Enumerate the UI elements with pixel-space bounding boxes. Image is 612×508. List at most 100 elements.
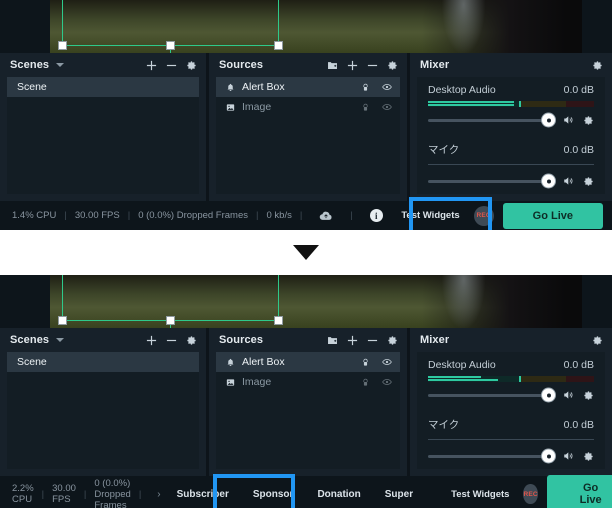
- gear-icon[interactable]: [186, 60, 197, 71]
- sources-panel-title: Sources: [219, 334, 264, 346]
- widget-tab-subscriber[interactable]: Subscriber: [165, 480, 241, 508]
- record-button[interactable]: REC: [473, 205, 494, 226]
- eye-icon[interactable]: [382, 82, 392, 92]
- audio-meter: [428, 101, 594, 107]
- volume-slider-knob[interactable]: [542, 113, 555, 127]
- speaker-icon[interactable]: [562, 389, 574, 401]
- speaker-icon[interactable]: [562, 114, 574, 126]
- plus-icon[interactable]: [347, 60, 358, 71]
- video-preview-top[interactable]: [0, 0, 612, 53]
- test-widgets-button[interactable]: Test Widgets: [439, 482, 521, 507]
- gear-icon[interactable]: [583, 390, 594, 401]
- sources-list[interactable]: Alert Box Image: [216, 352, 400, 469]
- gear-icon[interactable]: [387, 335, 398, 346]
- scene-item-label: Scene: [17, 81, 47, 93]
- mixer-panel-header: Mixer: [410, 53, 612, 77]
- speaker-icon[interactable]: [562, 450, 574, 462]
- info-icon[interactable]: i: [369, 209, 383, 222]
- mixer-channel-mic: マイク 0.0 dB: [428, 417, 594, 467]
- divider: |: [299, 210, 303, 221]
- lock-icon[interactable]: [361, 83, 370, 92]
- scenes-list[interactable]: Scene: [7, 352, 199, 469]
- eye-icon[interactable]: [382, 357, 392, 367]
- bell-icon: [226, 358, 235, 367]
- widget-tab-donation[interactable]: Donation: [305, 480, 372, 508]
- video-preview-bottom[interactable]: [0, 275, 612, 328]
- gear-icon[interactable]: [387, 60, 398, 71]
- source-item-alert-box[interactable]: Alert Box: [216, 77, 400, 97]
- mixer-channel-name: マイク: [428, 419, 460, 431]
- scenes-list[interactable]: Scene: [7, 77, 199, 194]
- add-folder-icon[interactable]: [327, 335, 338, 346]
- cloud-icon[interactable]: [319, 209, 333, 223]
- test-widgets-button[interactable]: Test Widgets: [389, 203, 471, 228]
- gear-icon[interactable]: [583, 451, 594, 462]
- minus-icon[interactable]: [166, 335, 177, 346]
- gear-icon[interactable]: [592, 60, 603, 71]
- mixer-panel-title: Mixer: [420, 334, 450, 346]
- chevron-down-icon[interactable]: [56, 63, 65, 67]
- volume-slider-row[interactable]: [428, 445, 594, 467]
- volume-slider-knob[interactable]: [542, 449, 555, 463]
- source-item-image[interactable]: Image: [216, 372, 400, 392]
- sources-list[interactable]: Alert Box Image: [216, 77, 400, 194]
- source-item-alert-box[interactable]: Alert Box: [216, 352, 400, 372]
- minus-icon[interactable]: [367, 60, 378, 71]
- divider: |: [83, 488, 87, 500]
- scenes-panel: Scenes Scene: [0, 328, 206, 476]
- gear-icon[interactable]: [583, 115, 594, 126]
- gear-icon[interactable]: [592, 335, 603, 346]
- audio-meter-fill-bottom: [428, 379, 498, 381]
- source-item-label: Alert Box: [242, 81, 285, 93]
- preview-video-image: [50, 0, 582, 53]
- sources-panel: Sources Alert Box Image: [209, 328, 407, 476]
- streamlabs-window-top: Scenes Scene Sources Alert Box Image Mix…: [0, 0, 612, 230]
- scene-item-scene[interactable]: Scene: [7, 77, 199, 97]
- scene-item-scene[interactable]: Scene: [7, 352, 199, 372]
- volume-slider-row[interactable]: [428, 170, 594, 192]
- chevron-down-icon[interactable]: [56, 338, 65, 342]
- lock-icon[interactable]: [361, 103, 370, 112]
- volume-slider-track[interactable]: [428, 388, 555, 402]
- widget-tabs-prev-arrow[interactable]: ›: [149, 480, 164, 508]
- source-item-label: Alert Box: [242, 356, 285, 368]
- gear-icon[interactable]: [583, 176, 594, 187]
- minus-icon[interactable]: [367, 335, 378, 346]
- widget-tab-super[interactable]: Super: [373, 480, 425, 508]
- mixer-channels: Desktop Audio 0.0 dB マイク 0.0 dB: [417, 77, 605, 194]
- volume-slider-row[interactable]: [428, 384, 594, 406]
- record-button[interactable]: REC: [523, 484, 538, 504]
- scenes-panel-title: Scenes: [10, 59, 50, 71]
- cpu-usage: 1.4% CPU: [12, 210, 57, 221]
- arrow-down-icon: [293, 245, 319, 260]
- scenes-panel-title: Scenes: [10, 334, 50, 346]
- mixer-channel-db: 0.0 dB: [563, 143, 594, 156]
- add-folder-icon[interactable]: [327, 60, 338, 71]
- lock-icon[interactable]: [361, 358, 370, 367]
- mixer-channel-desktop-audio: Desktop Audio 0.0 dB: [428, 359, 594, 406]
- plus-icon[interactable]: [146, 335, 157, 346]
- lock-icon[interactable]: [361, 378, 370, 387]
- volume-slider-track[interactable]: [428, 449, 555, 463]
- fps-counter: 30.00 FPS: [74, 210, 120, 221]
- streamlabs-window-bottom: Scenes Scene Sources Alert Box Image Mix…: [0, 275, 612, 508]
- gear-icon[interactable]: [186, 335, 197, 346]
- volume-slider-track[interactable]: [428, 174, 555, 188]
- eye-icon[interactable]: [382, 377, 392, 387]
- source-item-image[interactable]: Image: [216, 97, 400, 117]
- volume-slider-row[interactable]: [428, 109, 594, 131]
- go-live-button[interactable]: Go Live: [502, 202, 603, 229]
- audio-meter-fill-bottom: [428, 104, 515, 106]
- plus-icon[interactable]: [146, 60, 157, 71]
- widget-tab-sponsor[interactable]: Sponsor: [241, 480, 306, 508]
- eye-icon[interactable]: [382, 102, 392, 112]
- volume-slider-knob[interactable]: [542, 388, 555, 402]
- volume-slider-track[interactable]: [428, 113, 555, 127]
- speaker-icon[interactable]: [562, 175, 574, 187]
- divider: |: [41, 488, 45, 500]
- plus-icon[interactable]: [347, 335, 358, 346]
- divider: |: [256, 210, 259, 221]
- volume-slider-knob[interactable]: [542, 174, 555, 188]
- minus-icon[interactable]: [166, 60, 177, 71]
- go-live-button[interactable]: Go Live: [546, 475, 612, 508]
